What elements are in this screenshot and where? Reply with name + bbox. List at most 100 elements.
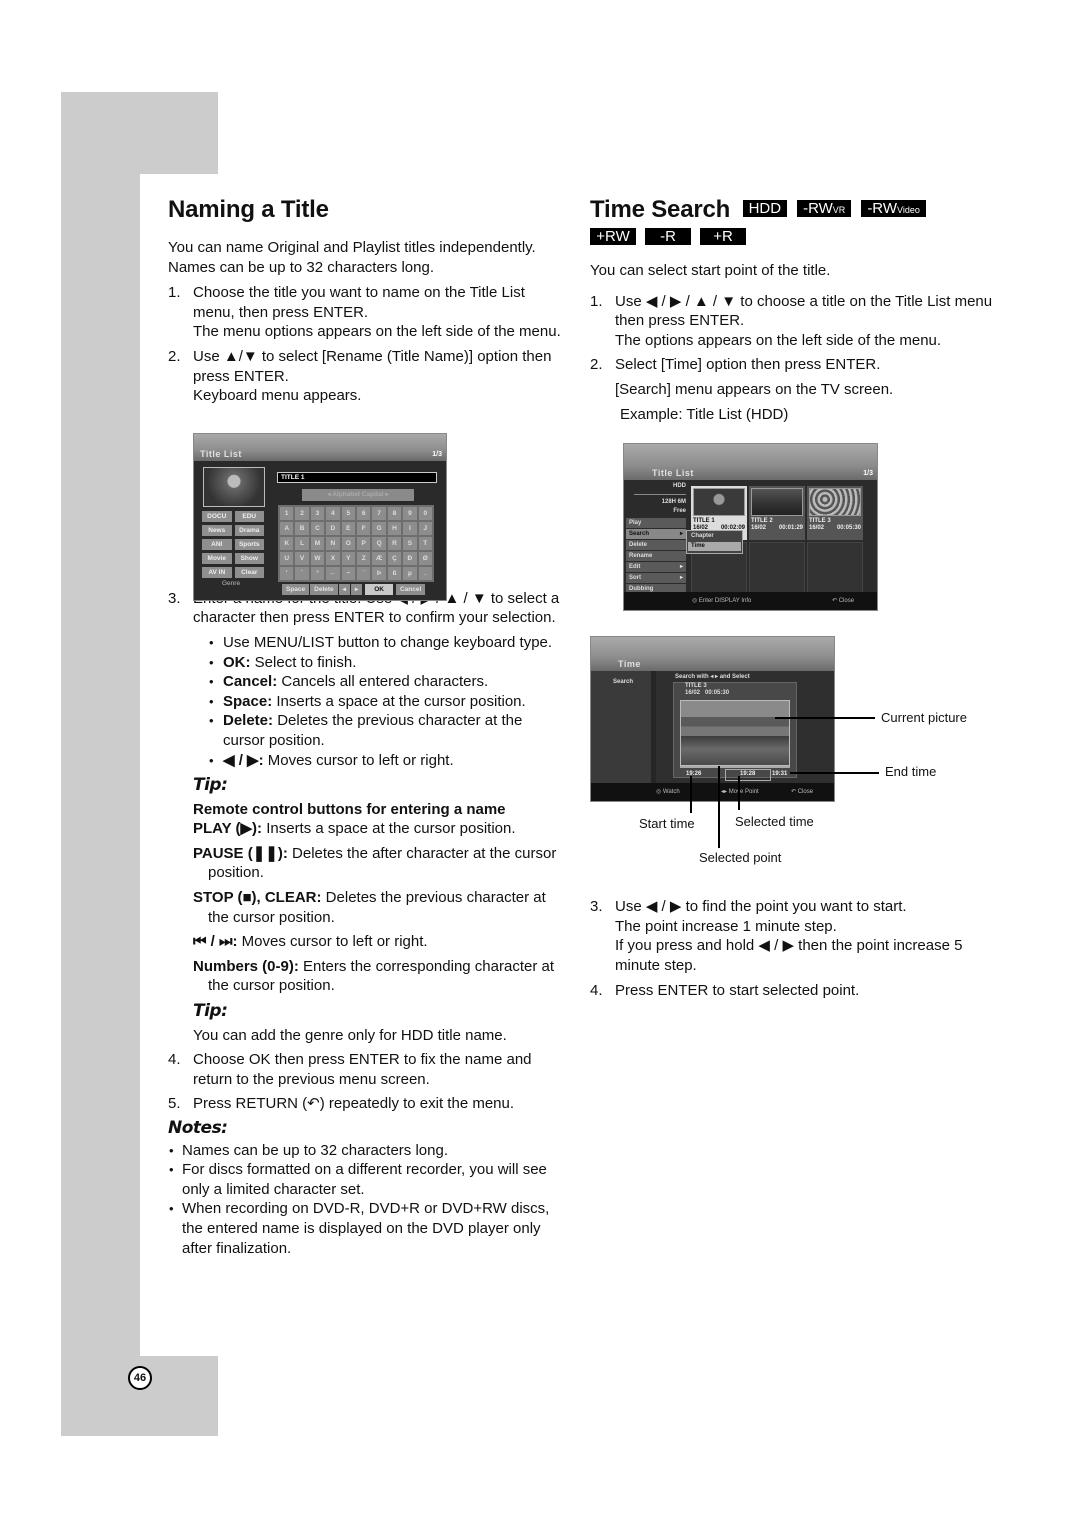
keyboard-key[interactable]: C: [310, 522, 325, 535]
list-item: OK: Select to finish.: [208, 653, 563, 673]
screen-footer: ◎ Watch ◂▸ Move Point ↶ Close: [591, 783, 834, 801]
keyboard-key[interactable]: Z: [356, 552, 371, 565]
option-search[interactable]: Search ▸: [626, 529, 686, 539]
keyboard-key[interactable]: Ð: [403, 552, 417, 565]
keyboard-key[interactable]: 4: [326, 507, 340, 520]
genre-button[interactable]: EDU: [234, 511, 264, 522]
keyboard-key[interactable]: D: [326, 522, 340, 535]
intro-text: You can name Original and Playlist title…: [168, 239, 536, 276]
keyboard-key[interactable]: B: [295, 522, 309, 535]
keyboard-key[interactable]: U: [280, 552, 294, 565]
keyboard-key[interactable]: 0: [418, 507, 432, 520]
keyboard-key[interactable]: O: [341, 537, 355, 550]
keyboard-key[interactable]: L: [295, 537, 309, 550]
option-sort[interactable]: Sort ▸: [626, 573, 686, 583]
keyboard-key[interactable]: ~: [341, 567, 355, 580]
list-item: PAUSE (❚❚): Deletes the after character …: [193, 844, 557, 882]
keyboard-key[interactable]: 9: [403, 507, 417, 520]
keyboard-key[interactable]: Þ: [372, 567, 386, 580]
section-title: Naming a Title: [168, 196, 329, 223]
options-menu: Play Search ▸ Delete Rename Edit ▸ Sort ▸ D…: [626, 518, 686, 595]
genre-button[interactable]: AV IN: [202, 567, 232, 578]
keyboard-key[interactable]: E: [341, 522, 355, 535]
keyboard-key[interactable]: ': [280, 567, 294, 580]
search-panel: Search: [591, 671, 651, 784]
keyboard-key[interactable]: A: [280, 522, 294, 535]
title-card[interactable]: TITLE 3 16/02 00:05:30: [807, 486, 863, 540]
keyboard-key[interactable]: .: [418, 567, 432, 580]
keyboard-key[interactable]: W: [310, 552, 325, 565]
keyboard-key[interactable]: N: [326, 537, 340, 550]
keyboard-key[interactable]: P: [356, 537, 371, 550]
genre-button[interactable]: Movie: [202, 553, 232, 564]
keyboard-key[interactable]: 2: [295, 507, 309, 520]
list-item: Numbers (0-9): Enters the corresponding …: [193, 957, 554, 995]
keyboard-key[interactable]: Y: [341, 552, 355, 565]
keyboard-key[interactable]: M: [310, 537, 325, 550]
keyboard-key[interactable]: 8: [387, 507, 402, 520]
keyboard-key[interactable]: J: [418, 522, 432, 535]
ok-button[interactable]: OK: [365, 584, 393, 595]
keyboard-key[interactable]: ß: [387, 567, 402, 580]
selected-time: 19:28: [740, 771, 756, 777]
cursor-left-button[interactable]: ◂: [338, 584, 350, 595]
callout-line-selected-point: [718, 766, 720, 848]
delete-button[interactable]: Delete: [310, 584, 338, 595]
keyboard-key[interactable]: S: [403, 537, 417, 550]
genre-button[interactable]: ANI: [202, 539, 232, 550]
option-edit[interactable]: Edit ▸: [626, 562, 686, 572]
keyboard-key[interactable]: Ø: [418, 552, 432, 565]
keyboard-key[interactable]: Æ: [372, 552, 386, 565]
keyboard-key[interactable]: 3: [310, 507, 325, 520]
keyboard-key[interactable]: Ç: [387, 552, 402, 565]
keyboard-key[interactable]: I: [403, 522, 417, 535]
keyboard-key[interactable]: 5: [341, 507, 355, 520]
submenu-chapter[interactable]: Chapter: [688, 532, 741, 541]
keyboard-key[interactable]: 1: [280, 507, 294, 520]
disc-badges: HDD -RWVR -RWVideo: [742, 200, 926, 217]
keyboard-key[interactable]: H: [387, 522, 402, 535]
keyboard-key[interactable]: X: [326, 552, 340, 565]
progress-bar[interactable]: [680, 766, 790, 768]
keyboard-key[interactable]: 7: [372, 507, 386, 520]
keyboard-key[interactable]: °: [310, 567, 325, 580]
list-item: Use MENU/LIST button to change keyboard …: [208, 633, 563, 653]
naming-a-title-section: Naming a Title You can name Original and…: [168, 196, 563, 1258]
keyboard-key[interactable]: T: [418, 537, 432, 550]
genre-button[interactable]: Clear: [234, 567, 264, 578]
genre-button[interactable]: Show: [234, 553, 264, 564]
option-play[interactable]: Play: [626, 518, 686, 528]
submenu-time[interactable]: Time: [688, 542, 741, 551]
option-delete[interactable]: Delete: [626, 540, 686, 550]
end-time: 19:31: [772, 771, 788, 777]
keyboard-key[interactable]: `: [295, 567, 309, 580]
title-card[interactable]: TITLE 2 16/02 00:01:29: [749, 486, 805, 540]
space-button[interactable]: Space: [282, 584, 310, 595]
notes-list: Names can be up to 32 characters long. F…: [168, 1141, 563, 1259]
cancel-button[interactable]: Cancel: [395, 584, 426, 595]
option-rename[interactable]: Rename: [626, 551, 686, 561]
section-title: Time Search HDD -RWVR -RWVideo: [590, 196, 1000, 224]
keyboard-key[interactable]: F: [356, 522, 371, 535]
badge-rw-vr: -RWVR: [797, 200, 852, 217]
callout-line-start-time: [690, 776, 692, 813]
tip-heading: Tip:: [193, 1001, 228, 1022]
title-name-input[interactable]: TITLE 1: [277, 472, 437, 483]
keyboard-key[interactable]: V: [295, 552, 309, 565]
keyboard-key[interactable]: 6: [356, 507, 371, 520]
keyboard-key[interactable]: K: [280, 537, 294, 550]
callout-end-time: End time: [885, 764, 937, 779]
keyboard-key[interactable]: ←: [326, 567, 340, 580]
cursor-right-button[interactable]: ▸: [350, 584, 363, 595]
keyboard-type-selector[interactable]: ◂ Alphabet Capital ▸: [302, 489, 414, 501]
genre-button[interactable]: Sports: [234, 539, 264, 550]
genre-button[interactable]: News: [202, 525, 232, 536]
tip-genre-text: You can add the genre only for HDD title…: [193, 1026, 507, 1044]
genre-button[interactable]: Drama: [234, 525, 264, 536]
keyboard-key[interactable]: R: [387, 537, 402, 550]
keyboard-key[interactable]: G: [372, 522, 386, 535]
genre-button[interactable]: DOCU: [202, 511, 232, 522]
keyboard-key[interactable]: µ: [403, 567, 417, 580]
keyboard-key[interactable]: ¨: [356, 567, 371, 580]
keyboard-key[interactable]: Q: [372, 537, 386, 550]
